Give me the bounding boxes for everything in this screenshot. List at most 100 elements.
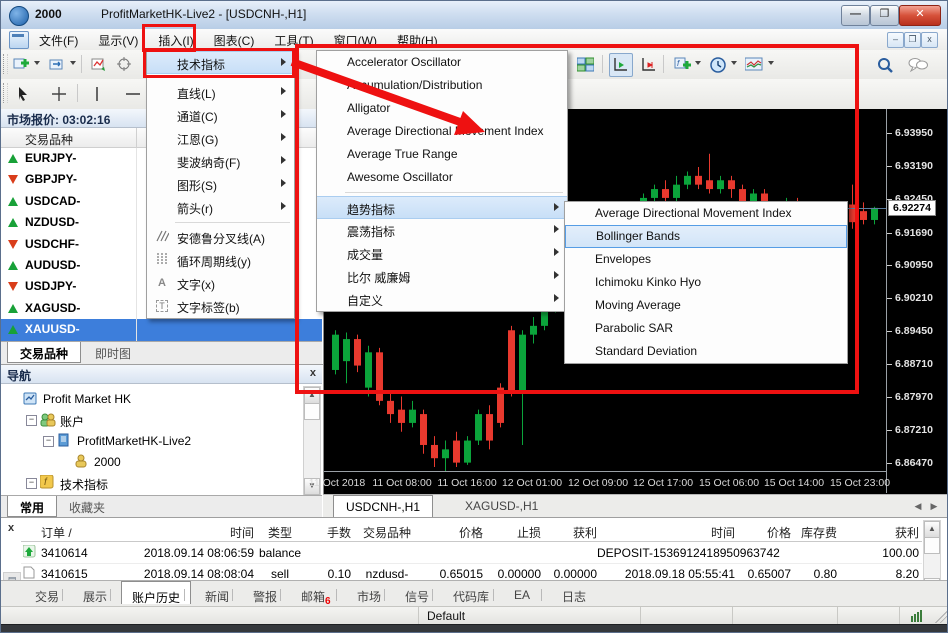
tree-item-2000[interactable]: 2000 (1, 452, 301, 473)
title-bar[interactable]: 2000 ProfitMarketHK-Live2 - [USDCNH-,H1]… (1, 1, 948, 30)
menu-item-箭头-r-[interactable]: 箭头(r) (147, 196, 294, 219)
menu-item-awesome-oscillator[interactable]: Awesome Oscillator (317, 166, 567, 189)
menu-item-循环周期线-y-[interactable]: 循环周期线(y) (147, 249, 294, 272)
crosshair-target-button[interactable] (113, 53, 137, 77)
doc-minimize-button[interactable]: – (887, 32, 904, 48)
search-icon[interactable] (873, 53, 897, 77)
tile-windows-button[interactable] (573, 53, 597, 77)
minimize-button[interactable]: — (841, 5, 870, 26)
menu-item-文字-x-[interactable]: 文字(x)A (147, 272, 294, 295)
terminal-tab-EA[interactable]: EA (504, 584, 540, 607)
periods-dropdown[interactable] (731, 61, 737, 65)
menu-item-斐波纳奇-f-[interactable]: 斐波纳奇(F) (147, 150, 294, 173)
terminal-close-icon[interactable]: x (4, 522, 18, 536)
menu-item-文字标签-b-[interactable]: 文字标签(b)T (147, 295, 294, 318)
vertical-line-tool-button[interactable] (85, 82, 109, 106)
scroll-thumb[interactable] (924, 537, 940, 554)
close-button[interactable]: ✕ (899, 5, 941, 26)
date-axis[interactable]: 11 Oct 201811 Oct 08:0011 Oct 16:0012 Oc… (324, 471, 886, 495)
menu-item-直线-l-[interactable]: 直线(L) (147, 81, 294, 104)
tree-item-profitmarkethk-live2[interactable]: −ProfitMarketHK-Live2 (1, 431, 301, 452)
menu-item-bollinger-bands[interactable]: Bollinger Bands (565, 225, 847, 248)
menu-显示[interactable]: 显示(V) (88, 29, 148, 50)
menu-item-moving-average[interactable]: Moving Average (565, 294, 847, 317)
periods-button[interactable] (706, 53, 730, 77)
menu-item-accumulation-distribution[interactable]: Accumulation/Distribution (317, 74, 567, 97)
menu-item-accelerator-oscillator[interactable]: Accelerator Oscillator (317, 51, 567, 74)
templates-button[interactable] (742, 53, 766, 77)
terminal-tab-代码库[interactable]: 代码库 (443, 584, 499, 607)
profiles-button[interactable] (45, 53, 69, 77)
menu-文件[interactable]: 文件(F) (29, 29, 88, 50)
new-order-button[interactable] (9, 53, 33, 77)
tab-scroll-left-icon[interactable]: ◀ (911, 499, 925, 513)
menu-item-自定义[interactable]: 自定义 (317, 288, 567, 311)
menu-item-average-directional-movement-index[interactable]: Average Directional Movement Index (317, 120, 567, 143)
auto-scroll-button[interactable] (609, 53, 633, 77)
chart-tab-XAGUSD-,H1[interactable]: XAGUSD-,H1 (453, 495, 550, 517)
cursor-tool-button[interactable] (11, 82, 35, 106)
restore-button[interactable]: ❐ (870, 5, 899, 26)
scroll-up-icon[interactable]: ▲ (924, 521, 940, 538)
table-row[interactable]: 34106152018.09.14 08:08:04sell0.10nzdusd… (21, 563, 922, 580)
toolbar-grip[interactable] (3, 54, 8, 74)
templates-dropdown[interactable] (768, 61, 774, 65)
menu-窗口[interactable]: 窗口(W) (324, 29, 387, 50)
tree-expander-icon[interactable]: − (26, 478, 37, 489)
horizontal-line-tool-button[interactable] (121, 82, 145, 106)
chart-tab-USDCNH-,H1[interactable]: USDCNH-,H1 (333, 495, 433, 517)
menu-item-图形-s-[interactable]: 图形(S) (147, 173, 294, 196)
tab-交易品种[interactable]: 交易品种 (7, 342, 81, 363)
chart-shift-button[interactable] (637, 53, 661, 77)
terminal-tab-账户历史[interactable]: 账户历史 (121, 581, 191, 604)
menu-图表[interactable]: 图表(C) (204, 29, 265, 50)
toolbar-grip[interactable] (3, 83, 8, 103)
menu-item-技术指标[interactable]: 技术指标 (147, 51, 294, 74)
resize-grip[interactable] (935, 611, 947, 623)
menu-工具[interactable]: 工具(T) (264, 29, 323, 50)
tree-item-账户[interactable]: −账户 (1, 410, 301, 431)
menu-item-比尔-威廉姆[interactable]: 比尔 威廉姆 (317, 265, 567, 288)
indicators-dropdown[interactable] (695, 61, 701, 65)
tree-item-profit-market-hk[interactable]: Profit Market HK (1, 389, 301, 410)
terminal-tab-日志[interactable]: 日志 (552, 584, 596, 607)
tab-收藏夹[interactable]: 收藏夹 (57, 496, 117, 517)
menu-item-通道-c-[interactable]: 通道(C) (147, 104, 294, 127)
menu-item-成交量[interactable]: 成交量 (317, 242, 567, 265)
doc-close-button[interactable]: x (921, 32, 938, 48)
tree-item-技术指标[interactable]: −f技术指标 (1, 473, 301, 494)
new-order-dropdown[interactable] (34, 61, 40, 65)
price-axis[interactable]: 6.939506.931906.924506.916906.909506.902… (886, 109, 948, 493)
menu-帮助[interactable]: 帮助(H) (387, 29, 448, 50)
menu-item-江恩-g-[interactable]: 江恩(G) (147, 127, 294, 150)
scroll-thumb[interactable] (304, 403, 320, 420)
symbol-row-xauusd-[interactable]: XAUUSD- (1, 319, 322, 340)
menu-item-average-true-range[interactable]: Average True Range (317, 143, 567, 166)
menu-插入[interactable]: 插入(I) (148, 29, 203, 50)
menu-item-安德鲁分叉线-a-[interactable]: 安德鲁分叉线(A) (147, 226, 294, 249)
menu-item-envelopes[interactable]: Envelopes (565, 248, 847, 271)
terminal-tab-邮箱[interactable]: 邮箱6 (291, 584, 341, 607)
menu-item-standard-deviation[interactable]: Standard Deviation (565, 340, 847, 363)
account-history-table[interactable]: 订单 /时间类型手数交易品种价格止损获利时间价格库存费获利34106142018… (21, 520, 922, 580)
menu-item-趋势指标[interactable]: 趋势指标 (317, 196, 567, 219)
indicators-button[interactable]: f (670, 53, 694, 77)
menu-item-ichimoku-kinko-hyo[interactable]: Ichimoku Kinko Hyo (565, 271, 847, 294)
chat-icon[interactable] (906, 53, 930, 77)
doc-restore-button[interactable]: ❐ (904, 32, 921, 48)
refresh-chart-button[interactable] (87, 53, 111, 77)
crosshair-tool-button[interactable] (47, 82, 71, 106)
tree-expander-icon[interactable]: − (26, 415, 37, 426)
tab-即时图[interactable]: 即时图 (83, 342, 143, 363)
profiles-dropdown[interactable] (70, 61, 76, 65)
tree-expander-icon[interactable]: − (43, 436, 54, 447)
tab-常用[interactable]: 常用 (7, 496, 57, 517)
menu-item-震荡指标[interactable]: 震荡指标 (317, 219, 567, 242)
scroll-up-icon[interactable]: ▲ (304, 387, 320, 404)
navigator-close-icon[interactable]: x (310, 367, 316, 379)
tab-scroll-right-icon[interactable]: ▶ (927, 499, 941, 513)
menu-item-alligator[interactable]: Alligator (317, 97, 567, 120)
status-profile[interactable]: Default (419, 607, 641, 625)
table-row[interactable]: 34106142018.09.14 08:06:59balanceDEPOSIT… (21, 542, 922, 564)
menu-item-average-directional-movement-index[interactable]: Average Directional Movement Index (565, 202, 847, 225)
